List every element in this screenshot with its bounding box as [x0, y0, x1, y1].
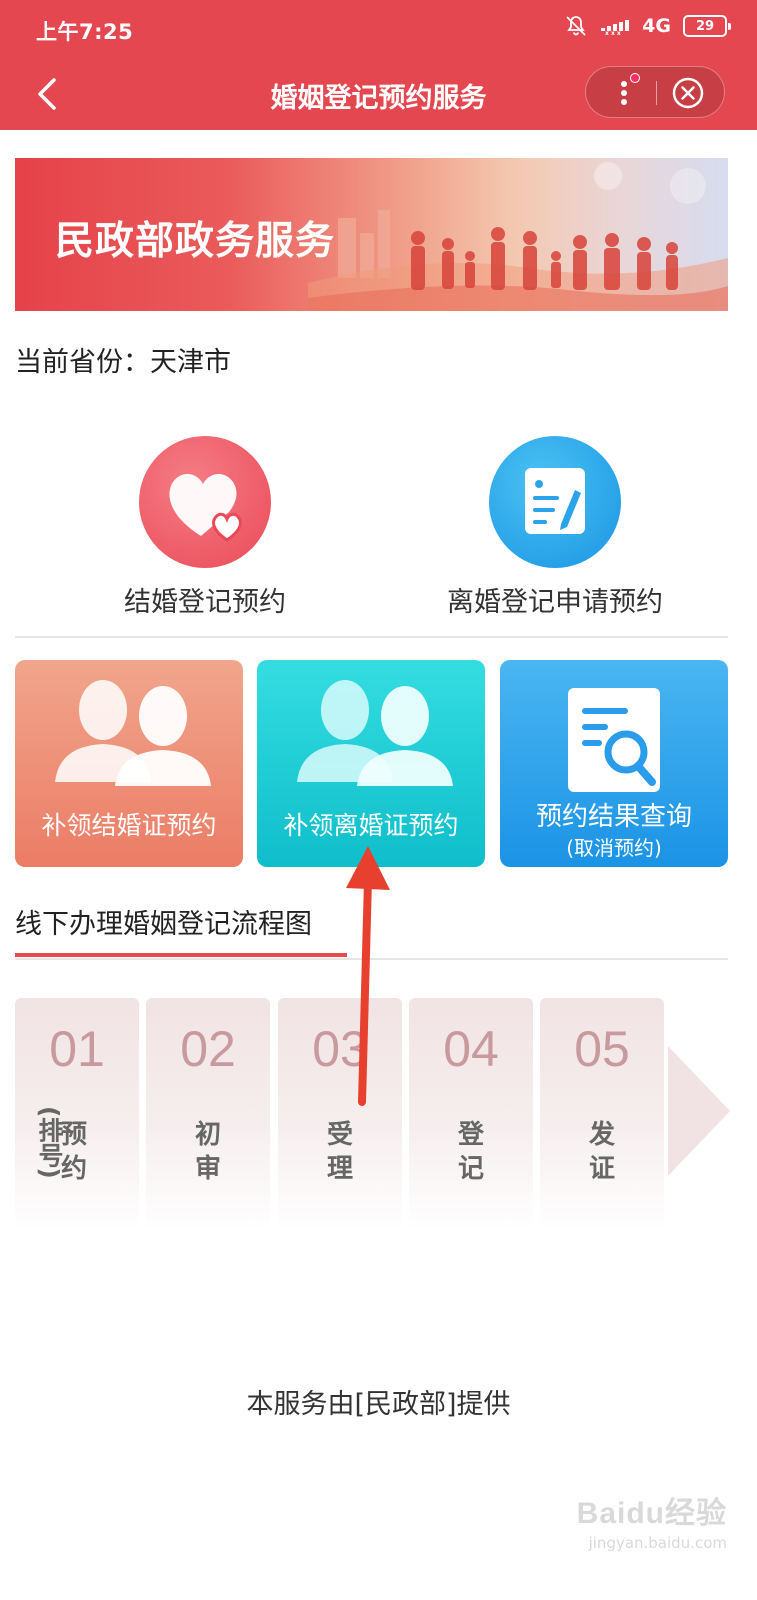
section-divider — [15, 958, 728, 960]
flow-step-5: 05 发证 — [540, 998, 664, 1230]
tab-underline — [15, 953, 347, 957]
banner[interactable]: 民政部政务服务 — [15, 158, 728, 311]
flow-step-4: 04 登记 — [409, 998, 533, 1230]
appointment-result-query-label: 预约结果查询 — [535, 802, 692, 832]
step-name: 预约 — [60, 1120, 87, 1184]
step-number: 01 — [49, 1021, 105, 1077]
divorce-registration-button[interactable]: 离婚登记申请预约 — [440, 436, 670, 619]
flow-step-2: 02 初审 — [146, 998, 270, 1230]
reissue-marriage-certificate-label: 补领结婚证预约 — [41, 811, 217, 840]
cancel-appointment-label: (取消预约) — [566, 836, 662, 860]
signal-icon: x x x — [601, 20, 630, 36]
step-number: 04 — [443, 1021, 499, 1077]
reissue-marriage-certificate-card[interactable]: 补领结婚证预约 — [15, 660, 243, 867]
step-number: 02 — [180, 1021, 236, 1077]
watermark: Baidu经验 jingyan.baidu.com — [577, 1488, 727, 1552]
document-search-icon — [568, 688, 660, 792]
step-number: 05 — [574, 1021, 630, 1077]
mini-program-capsule — [585, 66, 725, 118]
network-type: 4G — [642, 15, 671, 37]
section-divider — [15, 636, 728, 638]
reissue-divorce-certificate-label: 补领离婚证预约 — [283, 811, 459, 840]
service-provider-text: 本服务由[民政部]提供 — [246, 1389, 511, 1420]
battery-icon: 29 — [683, 15, 731, 37]
step-name: 受理 — [326, 1120, 353, 1184]
current-province[interactable]: 当前省份：天津市 — [15, 340, 231, 379]
form-edit-icon — [489, 436, 621, 568]
notification-dot — [630, 73, 640, 83]
watermark-brand: Baidu经验 — [576, 1497, 727, 1530]
step-name: 初审 — [194, 1120, 221, 1184]
svg-text:x x x: x x x — [605, 30, 621, 36]
status-icons: x x x 4G 29 — [564, 14, 731, 38]
heart-icon — [139, 436, 271, 568]
flow-step-1: 01 (排号) 预约 — [15, 998, 139, 1230]
couple-icon — [55, 680, 211, 786]
status-time: 上午7:25 — [36, 20, 134, 44]
couple-icon — [297, 680, 453, 786]
marriage-registration-button[interactable]: 结婚登记预约 — [105, 436, 305, 619]
step-name: 登记 — [457, 1120, 484, 1184]
step-name: 发证 — [588, 1120, 615, 1184]
family-silhouette-illustration — [308, 162, 728, 311]
bell-muted-icon — [566, 16, 586, 36]
flow-arrow-icon — [668, 1046, 730, 1176]
flow-step-3: 03 受理 — [278, 998, 402, 1230]
close-circle-icon[interactable] — [670, 75, 706, 111]
reissue-divorce-certificate-card[interactable]: 补领离婚证预约 — [257, 660, 485, 867]
divorce-registration-label: 离婚登记申请预约 — [447, 587, 663, 618]
battery-level: 29 — [695, 18, 715, 34]
watermark-url: jingyan.baidu.com — [588, 1534, 727, 1552]
flow-chart-title: 线下办理婚姻登记流程图 — [15, 909, 312, 940]
title-bar: 上午7:25 x x x 4G 29 婚姻登记预约服务 — [0, 0, 757, 130]
appointment-result-query-card[interactable]: 预约结果查询 (取消预约) — [500, 660, 728, 867]
marriage-registration-label: 结婚登记预约 — [124, 587, 286, 618]
banner-title: 民政部政务服务 — [55, 219, 336, 264]
capsule-divider — [656, 81, 657, 105]
step-number: 03 — [312, 1021, 368, 1077]
